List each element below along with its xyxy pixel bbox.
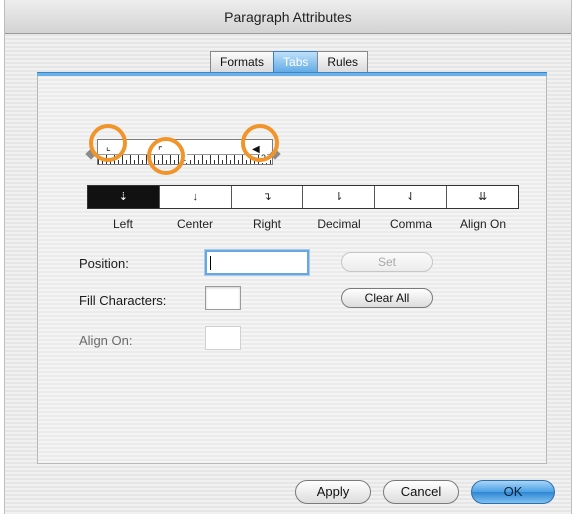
tab-type-decimal-label: Decimal — [317, 217, 361, 231]
tab-type-comma-label: Comma — [389, 217, 432, 231]
text-caret — [210, 256, 211, 270]
window-title: Paragraph Attributes — [5, 0, 571, 34]
tab-type-left-icon[interactable]: ⇣ — [88, 186, 160, 208]
position-label: Position: — [79, 256, 129, 271]
tab-type-labels: Left Center Right Decimal Comma Align On — [87, 217, 519, 231]
apply-button[interactable]: Apply — [295, 480, 371, 504]
tab-type-align-on-label: Align On — [459, 217, 507, 231]
paragraph-attributes-dialog: Paragraph Attributes Formats Tabs Rules … — [4, 0, 572, 514]
tab-formats[interactable]: Formats — [210, 51, 275, 73]
set-button[interactable]: Set — [341, 252, 433, 272]
ok-button[interactable]: OK — [471, 480, 555, 504]
fill-characters-input[interactable] — [205, 286, 241, 310]
align-on-input[interactable] — [205, 326, 241, 350]
tab-type-center-label: Center — [176, 217, 214, 231]
align-on-label: Align On: — [79, 333, 133, 348]
fill-characters-label: Fill Characters: — [79, 293, 167, 308]
clear-all-button[interactable]: Clear All — [341, 288, 433, 308]
highlight-circle-right-indent — [241, 124, 279, 162]
tab-type-right-icon[interactable]: ↴ — [232, 186, 304, 208]
tab-type-decimal-icon[interactable]: ⇂ — [303, 186, 376, 208]
tab-type-selector: ⇣ ↓ ↴ ⇂ ⇃ ⇊ — [87, 185, 519, 209]
tab-bar: Formats Tabs Rules — [210, 51, 369, 73]
tab-tabs[interactable]: Tabs — [273, 51, 319, 73]
position-input[interactable] — [205, 250, 309, 275]
cancel-button[interactable]: Cancel — [383, 480, 459, 504]
tab-type-right-label: Right — [252, 217, 281, 231]
tab-rules[interactable]: Rules — [317, 51, 369, 73]
highlight-circle-left-indent — [89, 124, 127, 162]
tab-type-left-label: Left — [112, 217, 133, 231]
tab-type-align-on-icon[interactable]: ⇊ — [447, 186, 518, 208]
panel-accent-bar — [37, 72, 547, 76]
tab-type-center-icon[interactable]: ↓ — [160, 186, 232, 208]
highlight-circle-first-indent — [147, 137, 185, 175]
tab-type-comma-icon[interactable]: ⇃ — [375, 186, 448, 208]
